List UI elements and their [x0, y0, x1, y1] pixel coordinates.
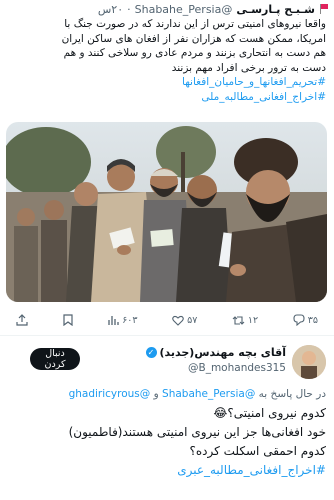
- retweet-count: ۱۲: [247, 314, 259, 326]
- reply-author-label: آقای بچه مهندس(جدید): [159, 346, 287, 359]
- hashtag-link[interactable]: #تحریم_افغانها_و_حامیان_افغانها: [8, 75, 326, 90]
- reply-author-name[interactable]: آقای بچه مهندس(جدید) ✓: [145, 346, 287, 359]
- flag-icon: [319, 4, 328, 14]
- verified-badge-icon: ✓: [145, 347, 157, 358]
- follow-button[interactable]: دنبال کردن: [30, 348, 80, 370]
- tweet-photo[interactable]: [6, 122, 327, 302]
- retweet-icon: [232, 315, 245, 325]
- reply-count: ۳۵: [307, 314, 318, 326]
- share-icon: [16, 314, 28, 326]
- hashtag-link[interactable]: #اخراج_افغانی_مطالبه_عبری: [8, 461, 326, 480]
- tweet-line: هم دست به انتحاری بزنند و مردم عادی رو س…: [63, 47, 326, 59]
- like-button[interactable]: ۵۷: [172, 315, 197, 326]
- replying-to: در حال پاسخ به @Shabahe_Persia و @ghadir…: [8, 388, 326, 400]
- tweet-line: واقعا نیروهای امنیتی ترس از این ندارند ک…: [64, 18, 326, 30]
- reply-line: کدوم نیروی امنیتی؟😂: [213, 406, 326, 420]
- divider: [0, 335, 334, 336]
- replying-prefix: در حال پاسخ به: [258, 388, 326, 400]
- views-count: ۶۰۳: [122, 314, 138, 326]
- reply-author-handle[interactable]: @B_mohandes315: [188, 362, 286, 374]
- like-count: ۵۷: [187, 314, 198, 326]
- heart-icon: [172, 315, 184, 326]
- views-button[interactable]: ۶۰۳: [107, 314, 138, 326]
- reply-button[interactable]: ۳۵: [293, 314, 318, 326]
- hashtag-link[interactable]: #اخراج_افغانی_مطالبه_ملی: [8, 90, 326, 105]
- reply-icon: [293, 314, 305, 326]
- mention-link[interactable]: @ghadiricyrous: [69, 388, 151, 400]
- tweet-line: دست به ترور برخی افراد مهم بزنند: [171, 61, 326, 74]
- author-handle[interactable]: @Shabahe_Persia: [135, 3, 233, 16]
- tweet-header: شـبـح پـارسـی @Shabahe_Persia · ۲۰س: [6, 0, 328, 18]
- reply-body: کدوم نیروی امنیتی؟😂 خود افغانی‌ها جز این…: [8, 404, 326, 480]
- bookmark-button[interactable]: [62, 314, 73, 326]
- share-button[interactable]: [16, 314, 28, 326]
- retweet-button[interactable]: ۱۲: [232, 315, 258, 326]
- tweet-body: واقعا نیروهای امنیتی ترس از این ندارند ک…: [8, 17, 326, 104]
- tweet-time[interactable]: ۲۰س: [98, 3, 123, 16]
- reply-line: کدوم احمقی اسکلت کرده؟: [189, 444, 326, 458]
- action-bar: ۶۰۳ ۵۷ ۱۲ ۳۵: [16, 312, 318, 328]
- bookmark-icon: [62, 314, 73, 326]
- author-name[interactable]: شـبـح پـارسـی: [236, 3, 315, 16]
- replying-joiner: و: [153, 388, 159, 400]
- tweet-line: امریکا، ممکن هست که هزاران نفر از افغان …: [61, 32, 326, 45]
- separator-dot: ·: [127, 2, 131, 16]
- reply-line: خود افغانی‌ها جز این نیروی امنیتی هستند(…: [68, 425, 326, 439]
- mention-link[interactable]: @Shabahe_Persia: [162, 388, 255, 400]
- views-icon: [108, 316, 119, 325]
- avatar[interactable]: [292, 345, 326, 379]
